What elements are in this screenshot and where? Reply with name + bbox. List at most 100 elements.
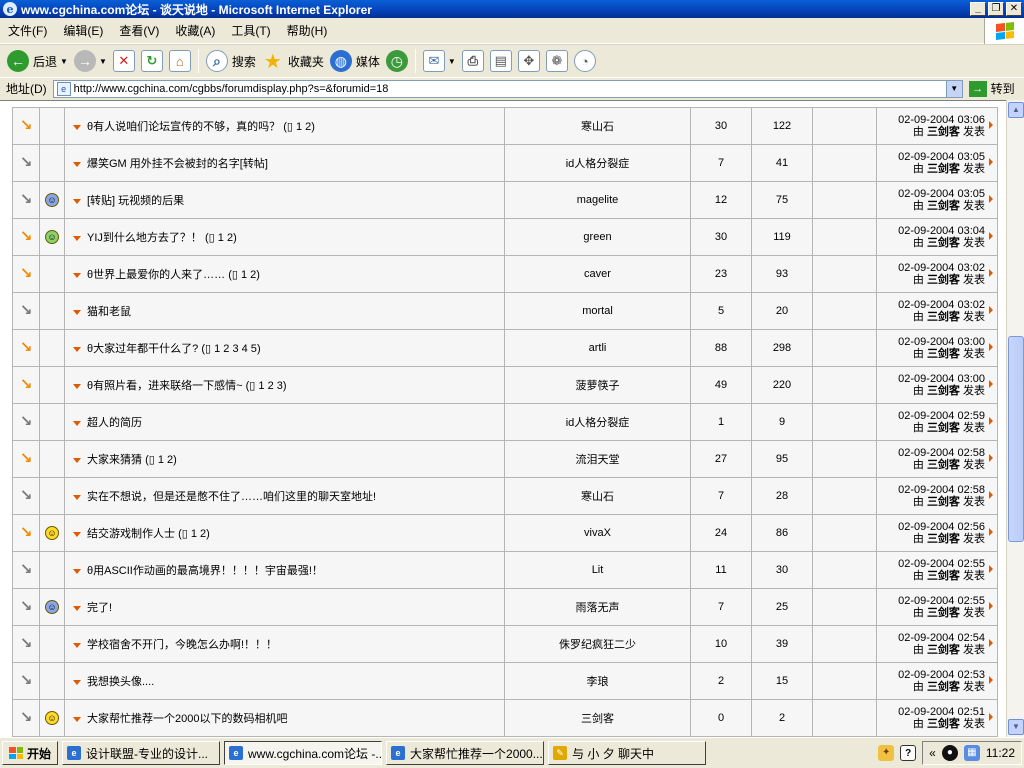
thread-expand-icon[interactable]	[73, 161, 81, 167]
thread-author[interactable]: magelite	[504, 181, 691, 219]
thread-title-link[interactable]: [转贴] 玩视频的后果	[87, 195, 184, 207]
thread-title-link[interactable]: 我想换头像....	[87, 676, 154, 688]
mail-dropdown-icon[interactable]: ▼	[448, 57, 456, 66]
thread-title-link[interactable]: 有照片看，进来联络一下感情~	[93, 380, 242, 392]
go-to-last-post-icon[interactable]	[989, 491, 993, 499]
thread-expand-icon[interactable]	[73, 531, 81, 537]
qq-penguin-icon[interactable]: ●	[941, 745, 958, 761]
vertical-scrollbar[interactable]: ▲ ▼	[1006, 100, 1024, 737]
thread-author[interactable]: 寒山石	[504, 477, 691, 515]
go-to-last-post-icon[interactable]	[989, 565, 993, 573]
go-to-last-post-icon[interactable]	[989, 380, 993, 388]
last-poster[interactable]: 三剑客	[927, 200, 960, 212]
go-to-last-post-icon[interactable]	[989, 343, 993, 351]
thread-author[interactable]: caver	[504, 255, 691, 293]
go-to-last-post-icon[interactable]	[989, 269, 993, 277]
thread-author[interactable]: 菠萝筷子	[504, 366, 691, 404]
menu-file[interactable]: 文件(F)	[0, 22, 55, 39]
thread-expand-icon[interactable]	[73, 124, 81, 130]
menu-favorites[interactable]: 收藏(A)	[167, 22, 223, 39]
thread-title-link[interactable]: 爆笑GM 用外挂不会被封的名字[转帖]	[87, 158, 268, 170]
media-button[interactable]: ◍ 媒体	[327, 47, 383, 75]
thread-title-link[interactable]: 超人的简历	[87, 417, 142, 429]
scroll-thumb[interactable]	[1008, 336, 1024, 542]
last-poster[interactable]: 三剑客	[927, 496, 960, 508]
thread-expand-icon[interactable]	[73, 383, 81, 389]
thread-author[interactable]: vivaX	[504, 514, 691, 552]
thread-title-link[interactable]: 大家帮忙推荐一个2000以下的数码相机吧	[87, 713, 287, 725]
thread-title-link[interactable]: 有人说咱们论坛宣传的不够，真的吗？	[93, 121, 280, 133]
page-numbers[interactable]: 1 2	[218, 232, 233, 244]
thread-expand-icon[interactable]	[73, 494, 81, 500]
input-method-icon[interactable]: ✦	[878, 745, 895, 761]
thread-expand-icon[interactable]	[73, 642, 81, 648]
close-button[interactable]: ✕	[1006, 2, 1022, 16]
menu-view[interactable]: 查看(V)	[111, 22, 167, 39]
menu-tools[interactable]: 工具(T)	[223, 22, 278, 39]
go-to-last-post-icon[interactable]	[989, 195, 993, 203]
last-poster[interactable]: 三剑客	[927, 459, 960, 471]
last-poster[interactable]: 三剑客	[927, 681, 960, 693]
thread-title-link[interactable]: 结交游戏制作人士	[87, 528, 175, 540]
thread-expand-icon[interactable]	[73, 309, 81, 315]
thread-title-link[interactable]: 猫和老鼠	[87, 306, 131, 318]
go-to-last-post-icon[interactable]	[989, 417, 993, 425]
thread-expand-icon[interactable]	[73, 457, 81, 463]
go-to-last-post-icon[interactable]	[989, 528, 993, 536]
thread-expand-icon[interactable]	[73, 568, 81, 574]
search-button[interactable]: ⌕ 搜索	[203, 47, 259, 75]
mail-button[interactable]: ✉ ▼	[420, 47, 459, 75]
go-button[interactable]: → 转到	[968, 80, 1015, 97]
last-poster[interactable]: 三剑客	[927, 237, 960, 249]
thread-author[interactable]: 雨落无声	[504, 588, 691, 626]
thread-author[interactable]: 李琅	[504, 662, 691, 700]
thread-author[interactable]: id人格分裂症	[504, 403, 691, 441]
page-numbers[interactable]: 1 2	[158, 454, 173, 466]
page-links[interactable]: (▯ 1 2 3)	[246, 380, 287, 392]
thread-title-link[interactable]: 大家过年都干什么了?	[93, 343, 198, 355]
go-to-last-post-icon[interactable]	[989, 713, 993, 721]
last-poster[interactable]: 三剑客	[927, 644, 960, 656]
scroll-up-button[interactable]: ▲	[1008, 102, 1024, 118]
thread-expand-icon[interactable]	[73, 679, 81, 685]
page-numbers[interactable]: 1 2 3 4 5	[214, 343, 257, 355]
thread-author[interactable]: 流泪天堂	[504, 440, 691, 478]
page-numbers[interactable]: 1 2	[191, 528, 206, 540]
go-to-last-post-icon[interactable]	[989, 232, 993, 240]
back-button[interactable]: ← 后退 ▼	[4, 47, 71, 75]
page-links[interactable]: (▯ 1 2)	[283, 121, 315, 133]
start-button[interactable]: 开始	[2, 741, 59, 765]
go-to-last-post-icon[interactable]	[989, 454, 993, 462]
go-to-last-post-icon[interactable]	[989, 121, 993, 129]
page-numbers[interactable]: 1 2	[296, 121, 311, 133]
favorites-button[interactable]: ★ 收藏夹	[259, 47, 327, 75]
thread-expand-icon[interactable]	[73, 272, 81, 278]
page-links[interactable]: (▯ 1 2)	[228, 269, 260, 281]
paw-button[interactable]: ❁	[543, 47, 571, 75]
thread-expand-icon[interactable]	[73, 716, 81, 722]
last-poster[interactable]: 三剑客	[927, 570, 960, 582]
last-poster[interactable]: 三剑客	[927, 718, 960, 730]
last-poster[interactable]: 三剑客	[927, 274, 960, 286]
task-cgchina-forum[interactable]: e www.cgchina.com论坛 -...	[224, 741, 383, 765]
go-to-last-post-icon[interactable]	[989, 602, 993, 610]
go-to-last-post-icon[interactable]	[989, 158, 993, 166]
tray-expand-chevron[interactable]: «	[929, 746, 936, 760]
last-poster[interactable]: 三剑客	[927, 126, 960, 138]
home-button[interactable]: ⌂	[166, 47, 194, 75]
thread-expand-icon[interactable]	[73, 420, 81, 426]
thread-title-link[interactable]: 用ASCII作动画的最高境界！！！！宇宙最强!！	[93, 565, 323, 577]
thread-author[interactable]: mortal	[504, 292, 691, 330]
forward-button[interactable]: → ▼	[71, 47, 110, 75]
thread-expand-icon[interactable]	[73, 605, 81, 611]
address-input[interactable]	[73, 82, 946, 95]
go-to-last-post-icon[interactable]	[989, 306, 993, 314]
menu-edit[interactable]: 编辑(E)	[55, 22, 111, 39]
last-poster[interactable]: 三剑客	[927, 163, 960, 175]
discuss-button[interactable]: ✥	[515, 47, 543, 75]
last-poster[interactable]: 三剑客	[927, 385, 960, 397]
address-dropdown-icon[interactable]: ▼	[945, 80, 962, 97]
go-to-last-post-icon[interactable]	[989, 676, 993, 684]
thread-title-link[interactable]: YIJ到什么地方去了？！	[87, 232, 202, 244]
edit-button[interactable]: ▤	[487, 47, 515, 75]
